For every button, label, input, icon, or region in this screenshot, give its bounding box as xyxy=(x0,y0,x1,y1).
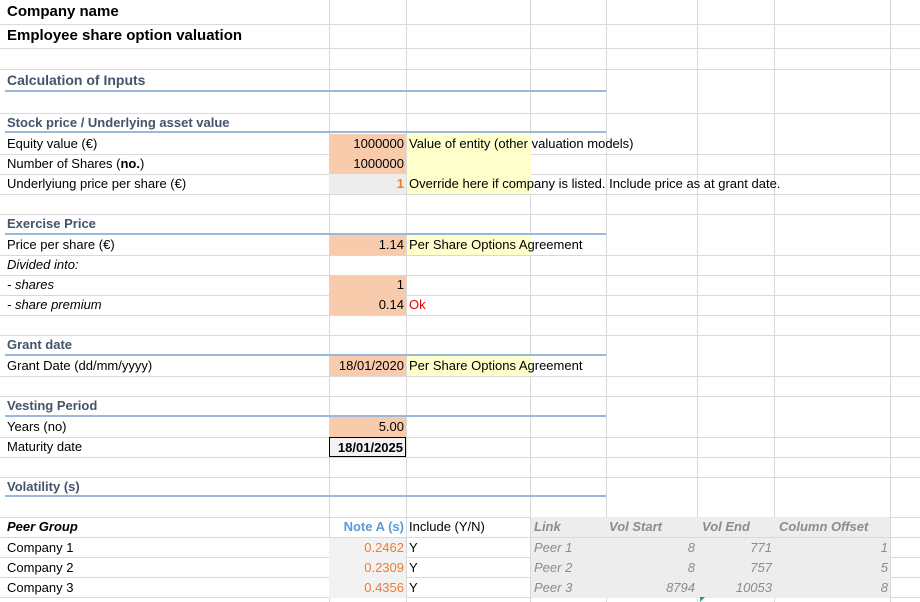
note-a-header[interactable]: Note A (s) xyxy=(329,517,406,537)
divided-into-label[interactable]: Divided into: xyxy=(5,255,81,275)
grant-date-input[interactable]: 18/01/2020 xyxy=(329,356,406,376)
peer-note-a[interactable]: 0.4356 xyxy=(329,578,406,598)
sheet-title[interactable]: Employee share option valuation xyxy=(5,25,244,47)
price-per-share-label[interactable]: Price per share (€) xyxy=(5,235,117,255)
years-label[interactable]: Years (no) xyxy=(5,417,69,437)
peer-vol-end[interactable]: 771 xyxy=(697,538,774,558)
peer-link[interactable]: Peer 2 xyxy=(531,558,606,578)
grant-date-note[interactable]: Per Share Options Agreement xyxy=(407,356,582,376)
peer-name[interactable]: Company 2 xyxy=(5,558,75,578)
peer-include[interactable]: Y xyxy=(407,538,420,558)
comment-indicator-icon xyxy=(700,597,705,602)
peer-column-offset[interactable]: 5 xyxy=(774,558,890,578)
peer-link[interactable]: Peer 1 xyxy=(531,538,606,558)
peer-group-header[interactable]: Peer Group xyxy=(5,517,80,537)
section-vesting-period[interactable]: Vesting Period xyxy=(5,396,99,416)
vol-start-header[interactable]: Vol Start xyxy=(606,517,697,537)
price-per-share-note[interactable]: Per Share Options Agreement xyxy=(407,235,582,255)
link-header[interactable]: Link xyxy=(531,517,606,537)
peer-vol-end[interactable]: 10053 xyxy=(697,578,774,598)
maturity-date-value[interactable]: 18/01/2025 xyxy=(329,437,406,457)
underlying-price-input[interactable]: 1 xyxy=(329,174,406,194)
peer-column-offset[interactable]: 1 xyxy=(774,538,890,558)
section-volatility[interactable]: Volatility (s) xyxy=(5,477,82,497)
section-underline xyxy=(5,90,606,92)
peer-name[interactable]: Company 3 xyxy=(5,578,75,598)
section-exercise-price[interactable]: Exercise Price xyxy=(5,214,98,234)
peer-column-offset[interactable]: 8 xyxy=(774,578,890,598)
equity-value-note[interactable]: Value of entity (other valuation models) xyxy=(407,134,634,154)
price-per-share-input[interactable]: 1.14 xyxy=(329,235,406,255)
number-of-shares-note[interactable] xyxy=(407,154,531,174)
section-underline xyxy=(5,415,606,417)
share-premium-check[interactable]: Ok xyxy=(407,295,428,315)
section-underline xyxy=(5,495,606,497)
peer-include[interactable]: Y xyxy=(407,578,420,598)
number-of-shares-input[interactable]: 1000000 xyxy=(329,154,406,174)
section-calculation-of-inputs[interactable]: Calculation of Inputs xyxy=(5,69,147,89)
underlying-price-note[interactable]: Override here if company is listed. Incl… xyxy=(407,174,780,194)
maturity-date-label[interactable]: Maturity date xyxy=(5,437,84,457)
share-premium-input[interactable]: 0.14 xyxy=(329,295,406,315)
peer-vol-start[interactable]: 8 xyxy=(606,538,697,558)
column-offset-header[interactable]: Column Offset xyxy=(774,517,890,537)
equity-value-label[interactable]: Equity value (€) xyxy=(5,134,99,154)
share-premium-label[interactable]: - share premium xyxy=(5,295,104,315)
years-input[interactable]: 5.00 xyxy=(329,417,406,437)
section-stock-price[interactable]: Stock price / Underlying asset value xyxy=(5,113,232,133)
shares-input[interactable]: 1 xyxy=(329,275,406,295)
peer-link[interactable]: Peer 3 xyxy=(531,578,606,598)
peer-vol-start[interactable]: 8 xyxy=(606,558,697,578)
section-underline xyxy=(5,131,606,133)
peer-vol-start[interactable]: 8794 xyxy=(606,578,697,598)
number-of-shares-label[interactable]: Number of Shares (no.) xyxy=(5,154,146,174)
underlying-price-label[interactable]: Underlyiung price per share (€) xyxy=(5,174,188,194)
peer-include[interactable]: Y xyxy=(407,558,420,578)
equity-value-input[interactable]: 1000000 xyxy=(329,134,406,154)
vol-end-header[interactable]: Vol End xyxy=(697,517,774,537)
section-grant-date[interactable]: Grant date xyxy=(5,335,74,355)
company-name[interactable]: Company name xyxy=(5,1,121,23)
peer-note-a[interactable]: 0.2462 xyxy=(329,538,406,558)
include-header[interactable]: Include (Y/N) xyxy=(407,517,487,537)
peer-vol-end[interactable]: 757 xyxy=(697,558,774,578)
peer-note-a[interactable]: 0.2309 xyxy=(329,558,406,578)
shares-label[interactable]: - shares xyxy=(5,275,56,295)
peer-name[interactable]: Company 1 xyxy=(5,538,75,558)
grant-date-label[interactable]: Grant Date (dd/mm/yyyy) xyxy=(5,356,154,376)
